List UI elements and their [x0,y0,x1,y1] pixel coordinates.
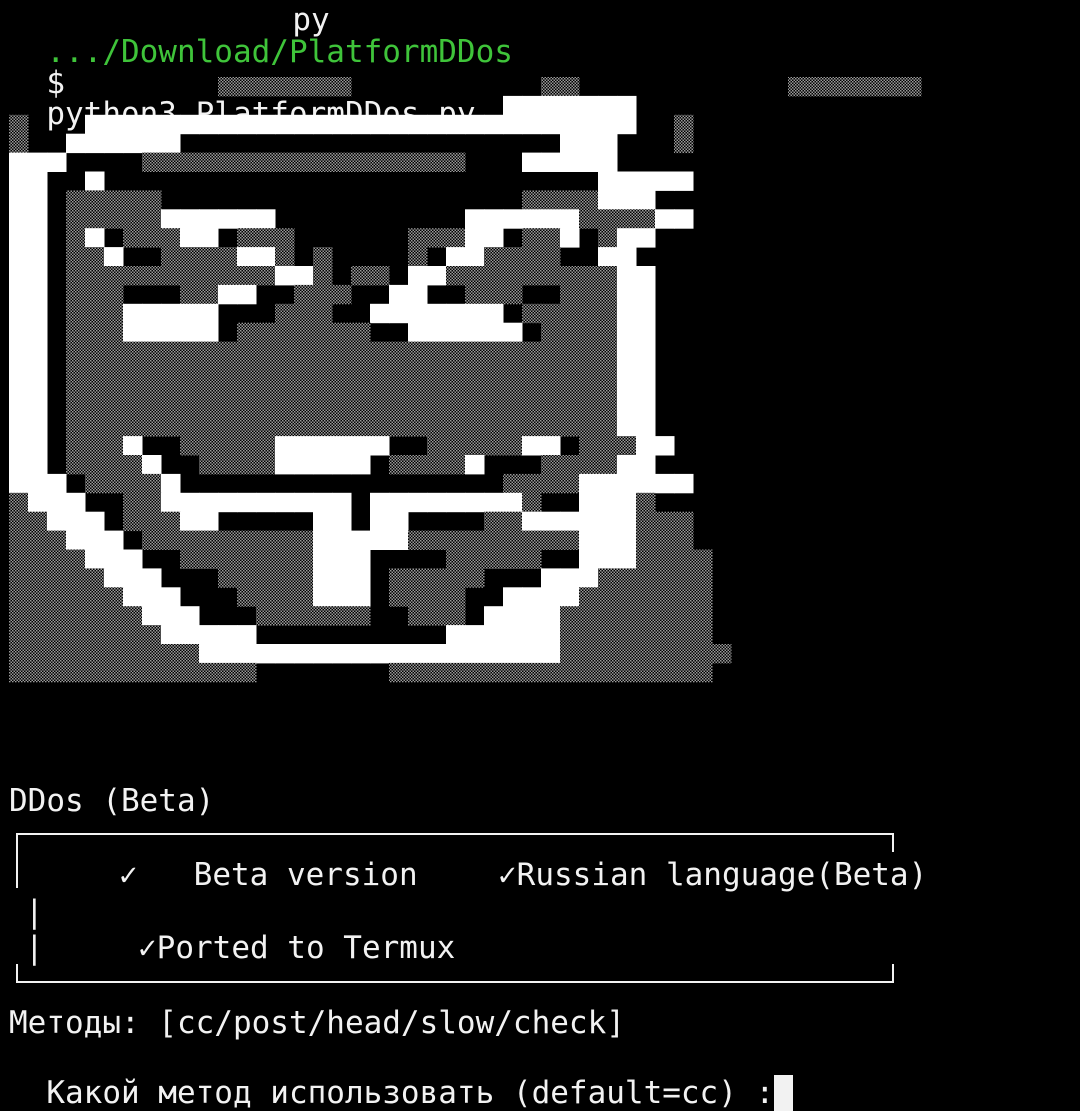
method-question-text: Какой метод использовать (default=cc) : [46,1075,775,1111]
feature-ported-termux: ✓Ported to Termux [138,930,456,966]
method-question[interactable]: Какой метод использовать (default=cc) : [9,1044,794,1111]
feature-beta-version: ✓ Beta version [119,857,418,893]
feature-russian-language: ✓Russian language(Beta) [498,857,928,893]
feature-box-frame [16,833,894,983]
box-side-mark-1: | [25,894,44,930]
methods-list: Методы: [cc/post/head/slow/check] [9,1005,625,1041]
box-side-mark-2: | [25,930,44,966]
terminal-cursor[interactable] [774,1075,794,1111]
